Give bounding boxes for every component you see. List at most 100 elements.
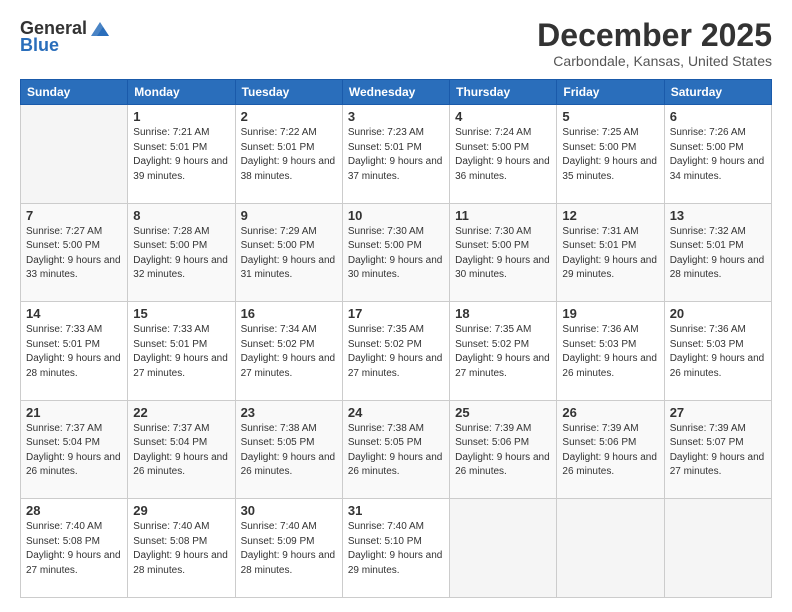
table-row: 31Sunrise: 7:40 AM Sunset: 5:10 PM Dayli…	[342, 499, 449, 598]
header-monday: Monday	[128, 80, 235, 105]
header-tuesday: Tuesday	[235, 80, 342, 105]
day-info: Sunrise: 7:24 AM Sunset: 5:00 PM Dayligh…	[455, 126, 551, 184]
day-info: Sunrise: 7:40 AM Sunset: 5:09 PM Dayligh…	[241, 520, 337, 578]
day-number: 9	[241, 208, 337, 223]
calendar-header-row: Sunday Monday Tuesday Wednesday Thursday…	[21, 80, 772, 105]
table-row: 21 Sunrise: 7:37 AM Sunset: 5:04 PM Dayli…	[21, 400, 128, 499]
calendar-table: Sunday Monday Tuesday Wednesday Thursday…	[20, 79, 772, 598]
table-row: 24 Sunrise: 7:38 AM Sunset: 5:05 PM Dayli…	[342, 400, 449, 499]
day-info: Sunrise: 7:30 AM Sunset: 5:00 PM Dayligh…	[455, 225, 551, 283]
day-number: 28	[26, 503, 122, 518]
day-info: Sunrise: 7:25 AM Sunset: 5:00 PM Dayligh…	[562, 126, 658, 184]
day-info: Sunrise: 7:29 AM Sunset: 5:00 PM Dayligh…	[241, 225, 337, 283]
logo: General Blue	[20, 18, 111, 56]
day-number: 24	[348, 405, 444, 420]
day-info: Sunrise: 7:30 AM Sunset: 5:00 PM Dayligh…	[348, 225, 444, 283]
table-row: 27 Sunrise: 7:39 AM Sunset: 5:07 PM Dayli…	[664, 400, 771, 499]
day-number: 21	[26, 405, 122, 420]
day-number: 11	[455, 208, 551, 223]
day-info: Sunrise: 7:39 AM Sunset: 5:07 PM Dayligh…	[670, 422, 766, 480]
table-row: 23Sunrise: 7:38 AM Sunset: 5:05 PM Dayli…	[235, 400, 342, 499]
day-number: 7	[26, 208, 122, 223]
day-number: 6	[670, 109, 766, 124]
title-block: December 2025 Carbondale, Kansas, United…	[537, 18, 772, 69]
logo-blue-text: Blue	[20, 35, 59, 56]
day-number: 27	[670, 405, 766, 420]
day-info: Sunrise: 7:35 AM Sunset: 5:02 PM Dayligh…	[455, 323, 551, 381]
day-number: 4	[455, 109, 551, 124]
day-info: Sunrise: 7:40 AM Sunset: 5:08 PM Dayligh…	[26, 520, 122, 578]
day-info: Sunrise: 7:36 AM Sunset: 5:03 PM Dayligh…	[562, 323, 658, 381]
day-info: Sunrise: 7:40 AM Sunset: 5:08 PM Dayligh…	[133, 520, 229, 578]
day-info: Sunrise: 7:23 AM Sunset: 5:01 PM Dayligh…	[348, 126, 444, 184]
page: General Blue December 2025 Carbondale, K…	[0, 0, 792, 612]
day-number: 26	[562, 405, 658, 420]
day-number: 2	[241, 109, 337, 124]
day-number: 25	[455, 405, 551, 420]
table-row: 10 Sunrise: 7:30 AM Sunset: 5:00 PM Dayli…	[342, 203, 449, 302]
day-info: Sunrise: 7:33 AM Sunset: 5:01 PM Dayligh…	[26, 323, 122, 381]
calendar-week-row: 14Sunrise: 7:33 AM Sunset: 5:01 PM Dayli…	[21, 302, 772, 401]
day-info: Sunrise: 7:35 AM Sunset: 5:02 PM Dayligh…	[348, 323, 444, 381]
day-number: 16	[241, 306, 337, 321]
calendar-week-row: 7Sunrise: 7:27 AM Sunset: 5:00 PM Daylig…	[21, 203, 772, 302]
header-wednesday: Wednesday	[342, 80, 449, 105]
day-number: 23	[241, 405, 337, 420]
day-number: 12	[562, 208, 658, 223]
table-row: 19 Sunrise: 7:36 AM Sunset: 5:03 PM Dayli…	[557, 302, 664, 401]
table-row: 29Sunrise: 7:40 AM Sunset: 5:08 PM Dayli…	[128, 499, 235, 598]
table-row: 4 Sunrise: 7:24 AM Sunset: 5:00 PM Daylig…	[450, 105, 557, 204]
table-row	[450, 499, 557, 598]
day-number: 5	[562, 109, 658, 124]
table-row: 20 Sunrise: 7:36 AM Sunset: 5:03 PM Dayli…	[664, 302, 771, 401]
day-number: 17	[348, 306, 444, 321]
table-row: 5 Sunrise: 7:25 AM Sunset: 5:00 PM Daylig…	[557, 105, 664, 204]
table-row: 8 Sunrise: 7:28 AM Sunset: 5:00 PM Daylig…	[128, 203, 235, 302]
table-row: 14Sunrise: 7:33 AM Sunset: 5:01 PM Dayli…	[21, 302, 128, 401]
table-row: 13Sunrise: 7:32 AM Sunset: 5:01 PM Dayli…	[664, 203, 771, 302]
table-row: 15 Sunrise: 7:33 AM Sunset: 5:01 PM Dayli…	[128, 302, 235, 401]
day-info: Sunrise: 7:37 AM Sunset: 5:04 PM Dayligh…	[26, 422, 122, 480]
day-info: Sunrise: 7:38 AM Sunset: 5:05 PM Dayligh…	[348, 422, 444, 480]
table-row: 16 Sunrise: 7:34 AM Sunset: 5:02 PM Dayli…	[235, 302, 342, 401]
table-row: 3Sunrise: 7:23 AM Sunset: 5:01 PM Daylig…	[342, 105, 449, 204]
day-info: Sunrise: 7:39 AM Sunset: 5:06 PM Dayligh…	[562, 422, 658, 480]
day-info: Sunrise: 7:39 AM Sunset: 5:06 PM Dayligh…	[455, 422, 551, 480]
day-number: 30	[241, 503, 337, 518]
day-info: Sunrise: 7:21 AM Sunset: 5:01 PM Dayligh…	[133, 126, 229, 184]
day-number: 15	[133, 306, 229, 321]
table-row: 6 Sunrise: 7:26 AM Sunset: 5:00 PM Daylig…	[664, 105, 771, 204]
day-info: Sunrise: 7:28 AM Sunset: 5:00 PM Dayligh…	[133, 225, 229, 283]
day-info: Sunrise: 7:22 AM Sunset: 5:01 PM Dayligh…	[241, 126, 337, 184]
day-number: 1	[133, 109, 229, 124]
table-row: 9 Sunrise: 7:29 AM Sunset: 5:00 PM Daylig…	[235, 203, 342, 302]
day-number: 19	[562, 306, 658, 321]
day-info: Sunrise: 7:36 AM Sunset: 5:03 PM Dayligh…	[670, 323, 766, 381]
calendar-week-row: 28 Sunrise: 7:40 AM Sunset: 5:08 PM Dayli…	[21, 499, 772, 598]
header: General Blue December 2025 Carbondale, K…	[20, 18, 772, 69]
month-title: December 2025	[537, 18, 772, 53]
day-info: Sunrise: 7:37 AM Sunset: 5:04 PM Dayligh…	[133, 422, 229, 480]
header-thursday: Thursday	[450, 80, 557, 105]
table-row: 7Sunrise: 7:27 AM Sunset: 5:00 PM Daylig…	[21, 203, 128, 302]
table-row: 18 Sunrise: 7:35 AM Sunset: 5:02 PM Dayli…	[450, 302, 557, 401]
day-info: Sunrise: 7:26 AM Sunset: 5:00 PM Dayligh…	[670, 126, 766, 184]
day-number: 8	[133, 208, 229, 223]
table-row: 1 Sunrise: 7:21 AM Sunset: 5:01 PM Daylig…	[128, 105, 235, 204]
day-number: 31	[348, 503, 444, 518]
table-row: 26 Sunrise: 7:39 AM Sunset: 5:06 PM Dayli…	[557, 400, 664, 499]
day-number: 10	[348, 208, 444, 223]
table-row: 2 Sunrise: 7:22 AM Sunset: 5:01 PM Daylig…	[235, 105, 342, 204]
day-info: Sunrise: 7:33 AM Sunset: 5:01 PM Dayligh…	[133, 323, 229, 381]
logo-icon	[89, 20, 111, 38]
day-number: 18	[455, 306, 551, 321]
header-saturday: Saturday	[664, 80, 771, 105]
location: Carbondale, Kansas, United States	[537, 53, 772, 69]
table-row: 12Sunrise: 7:31 AM Sunset: 5:01 PM Dayli…	[557, 203, 664, 302]
day-info: Sunrise: 7:32 AM Sunset: 5:01 PM Dayligh…	[670, 225, 766, 283]
table-row: 22Sunrise: 7:37 AM Sunset: 5:04 PM Dayli…	[128, 400, 235, 499]
day-number: 20	[670, 306, 766, 321]
header-friday: Friday	[557, 80, 664, 105]
day-info: Sunrise: 7:34 AM Sunset: 5:02 PM Dayligh…	[241, 323, 337, 381]
table-row: 17 Sunrise: 7:35 AM Sunset: 5:02 PM Dayli…	[342, 302, 449, 401]
